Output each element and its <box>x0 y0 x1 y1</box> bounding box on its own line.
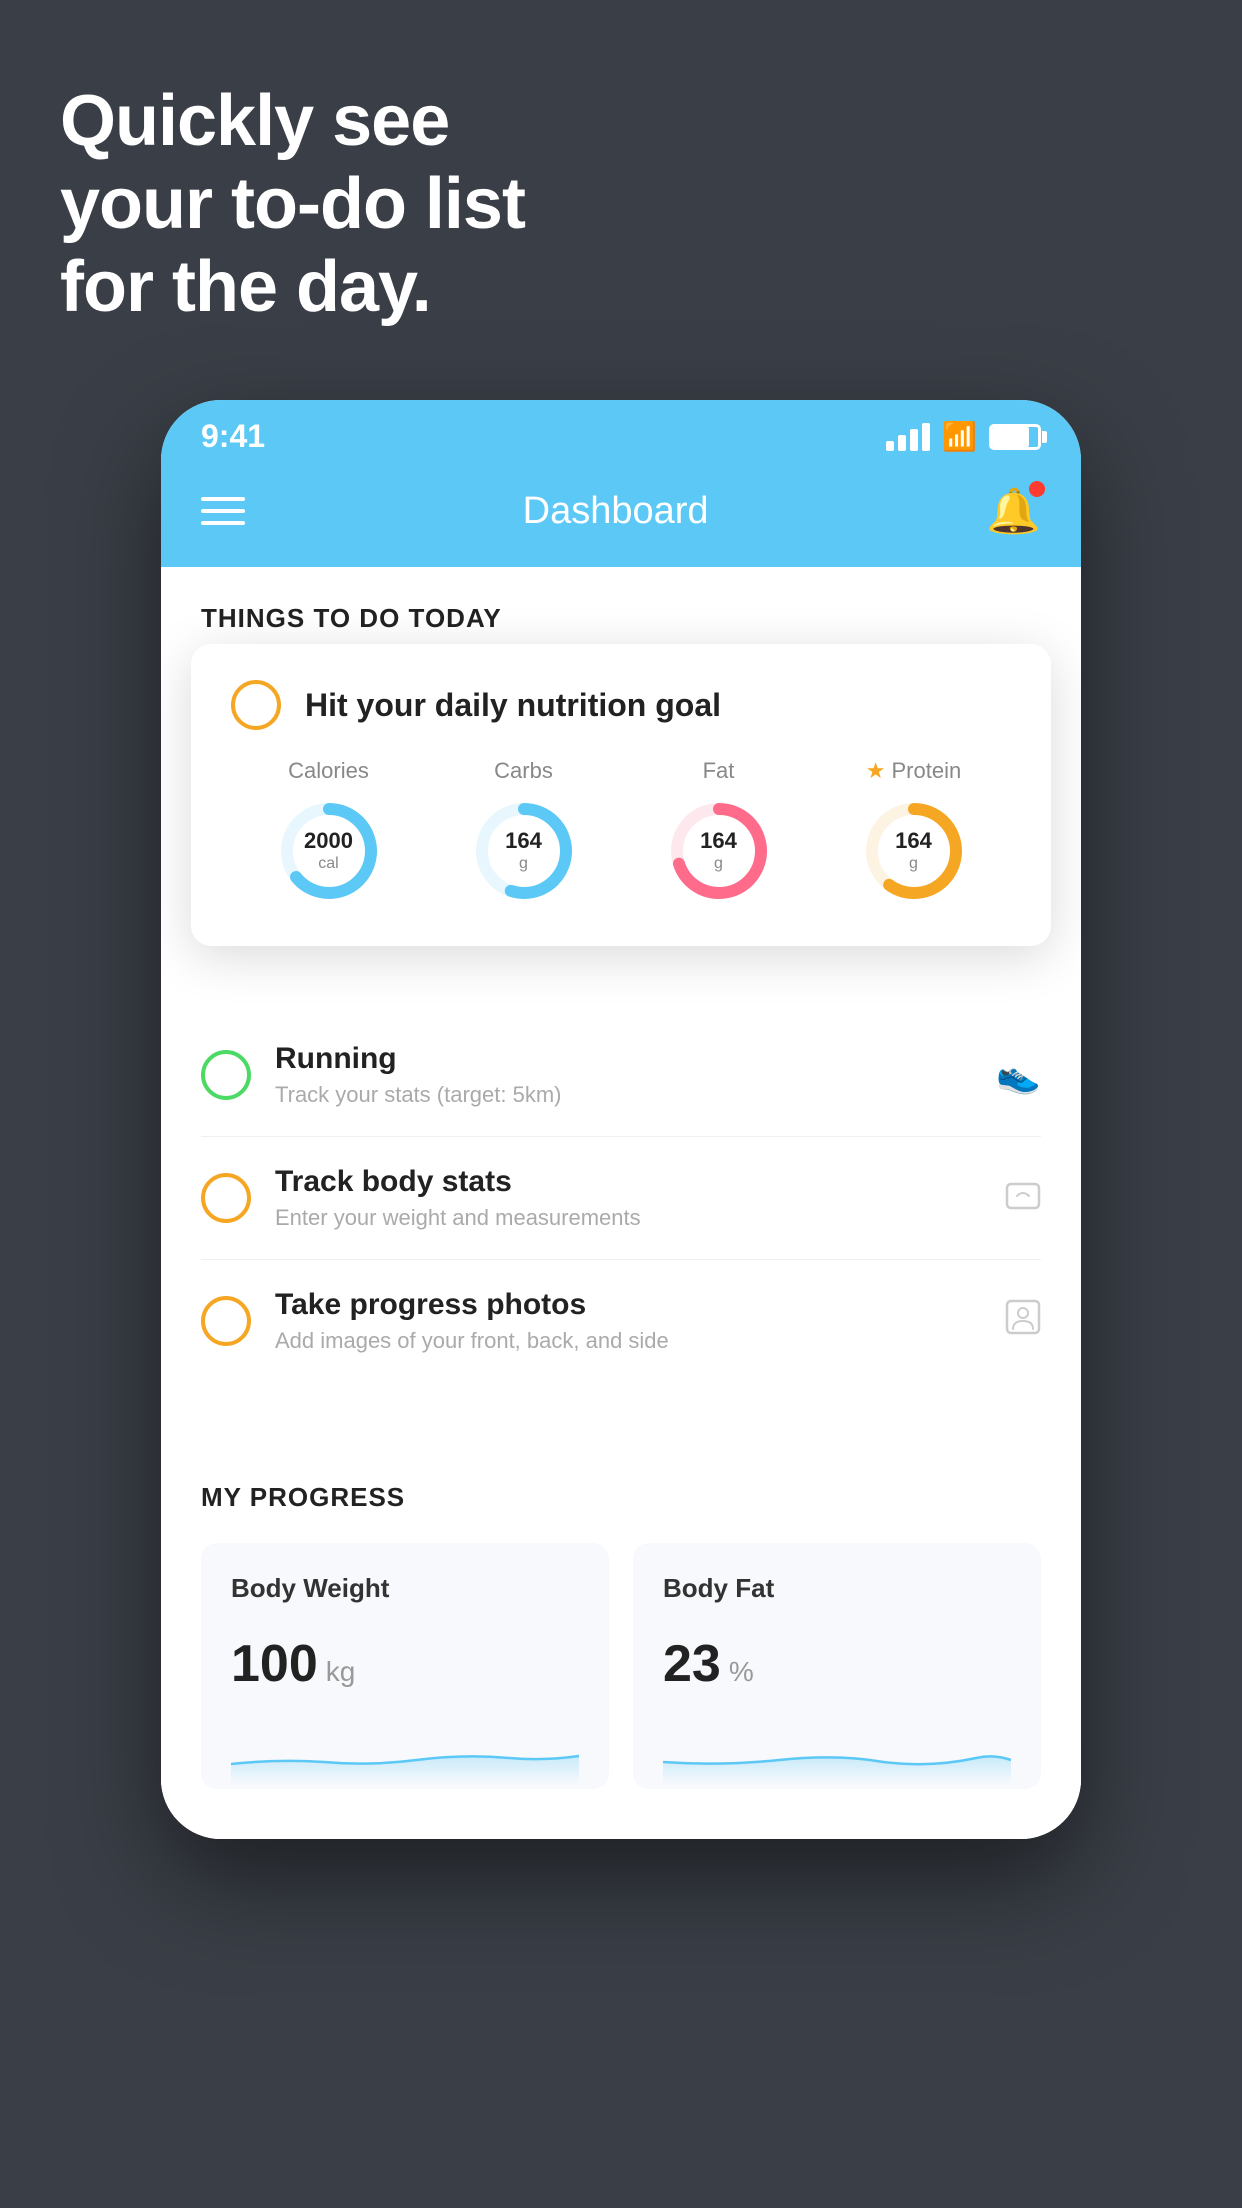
calories-donut: 2000 cal <box>274 796 384 906</box>
body-fat-card: Body Fat 23 % <box>633 1543 1041 1789</box>
fat-donut: 164 g <box>664 796 774 906</box>
nutrition-check-circle[interactable] <box>231 680 281 730</box>
header-title: Dashboard <box>523 490 709 533</box>
carbs-unit: g <box>505 855 542 874</box>
battery-icon <box>989 424 1041 450</box>
hero-text: Quickly see your to-do list for the day. <box>60 80 525 328</box>
wifi-icon: 📶 <box>942 420 977 453</box>
things-to-do-heading: THINGS TO DO TODAY <box>161 567 1081 654</box>
running-shoe-icon: 👟 <box>996 1054 1041 1096</box>
protein-unit: g <box>895 855 932 874</box>
body-stats-subtitle: Enter your weight and measurements <box>275 1205 981 1231</box>
phone-mockup: 9:41 📶 Dashboard 🔔 TH <box>161 400 1081 1839</box>
progress-section: MY PROGRESS Body Weight 100 kg <box>161 1442 1081 1789</box>
protein-label: ★ Protein <box>866 758 961 784</box>
status-icons: 📶 <box>886 420 1041 453</box>
body-stats-title: Track body stats <box>275 1165 981 1199</box>
menu-button[interactable] <box>201 497 245 525</box>
calories-value: 2000 <box>304 828 353 854</box>
body-stats-check-circle[interactable] <box>201 1173 251 1223</box>
hero-line1: Quickly see <box>60 80 525 163</box>
fat-value: 164 <box>700 828 737 854</box>
body-fat-value-row: 23 % <box>663 1634 1011 1694</box>
protein-donut: 164 g <box>859 796 969 906</box>
todo-item-photos[interactable]: Take progress photos Add images of your … <box>201 1260 1041 1382</box>
notification-badge <box>1029 481 1045 497</box>
hero-line2: your to-do list <box>60 163 525 246</box>
photos-text: Take progress photos Add images of your … <box>275 1288 981 1354</box>
body-fat-title: Body Fat <box>663 1573 1011 1604</box>
body-fat-value: 23 <box>663 1634 721 1694</box>
progress-heading: MY PROGRESS <box>201 1482 1041 1513</box>
photos-title: Take progress photos <box>275 1288 981 1322</box>
notifications-button[interactable]: 🔔 <box>986 485 1041 537</box>
calories-stat: Calories 2000 cal <box>274 758 384 906</box>
body-weight-chart <box>231 1724 579 1784</box>
carbs-value: 164 <box>505 828 542 854</box>
signal-bars-icon <box>886 423 930 451</box>
todo-list: Running Track your stats (target: 5km) 👟… <box>161 1014 1081 1382</box>
status-bar: 9:41 📶 <box>161 400 1081 465</box>
app-content: THINGS TO DO TODAY Hit your daily nutrit… <box>161 567 1081 1839</box>
body-weight-title: Body Weight <box>231 1573 579 1604</box>
todo-item-body-stats[interactable]: Track body stats Enter your weight and m… <box>201 1137 1041 1260</box>
nutrition-stats: Calories 2000 cal <box>231 758 1011 906</box>
scale-icon <box>1005 1176 1041 1221</box>
fat-unit: g <box>700 855 737 874</box>
app-header: Dashboard 🔔 <box>161 465 1081 567</box>
nutrition-card-header: Hit your daily nutrition goal <box>231 680 1011 730</box>
body-fat-unit: % <box>729 1656 754 1688</box>
progress-cards: Body Weight 100 kg <box>201 1543 1041 1789</box>
carbs-stat: Carbs 164 g <box>469 758 579 906</box>
todo-item-running[interactable]: Running Track your stats (target: 5km) 👟 <box>201 1014 1041 1137</box>
running-title: Running <box>275 1042 972 1076</box>
star-icon: ★ <box>866 758 886 784</box>
photos-check-circle[interactable] <box>201 1296 251 1346</box>
fat-stat: Fat 164 g <box>664 758 774 906</box>
body-stats-text: Track body stats Enter your weight and m… <box>275 1165 981 1231</box>
running-check-circle[interactable] <box>201 1050 251 1100</box>
body-weight-card: Body Weight 100 kg <box>201 1543 609 1789</box>
body-weight-value-row: 100 kg <box>231 1634 579 1694</box>
photos-subtitle: Add images of your front, back, and side <box>275 1328 981 1354</box>
protein-stat: ★ Protein 164 g <box>859 758 969 906</box>
carbs-label: Carbs <box>494 758 553 784</box>
body-weight-unit: kg <box>326 1656 356 1688</box>
protein-value: 164 <box>895 828 932 854</box>
carbs-donut: 164 g <box>469 796 579 906</box>
body-weight-value: 100 <box>231 1634 318 1694</box>
calories-unit: cal <box>304 855 353 874</box>
hero-line3: for the day. <box>60 246 525 329</box>
running-text: Running Track your stats (target: 5km) <box>275 1042 972 1108</box>
status-time: 9:41 <box>201 418 265 455</box>
running-subtitle: Track your stats (target: 5km) <box>275 1082 972 1108</box>
body-fat-chart <box>663 1724 1011 1784</box>
nutrition-card: Hit your daily nutrition goal Calories <box>191 644 1051 946</box>
nutrition-card-title: Hit your daily nutrition goal <box>305 687 721 724</box>
calories-label: Calories <box>288 758 369 784</box>
fat-label: Fat <box>703 758 735 784</box>
person-icon <box>1005 1299 1041 1344</box>
